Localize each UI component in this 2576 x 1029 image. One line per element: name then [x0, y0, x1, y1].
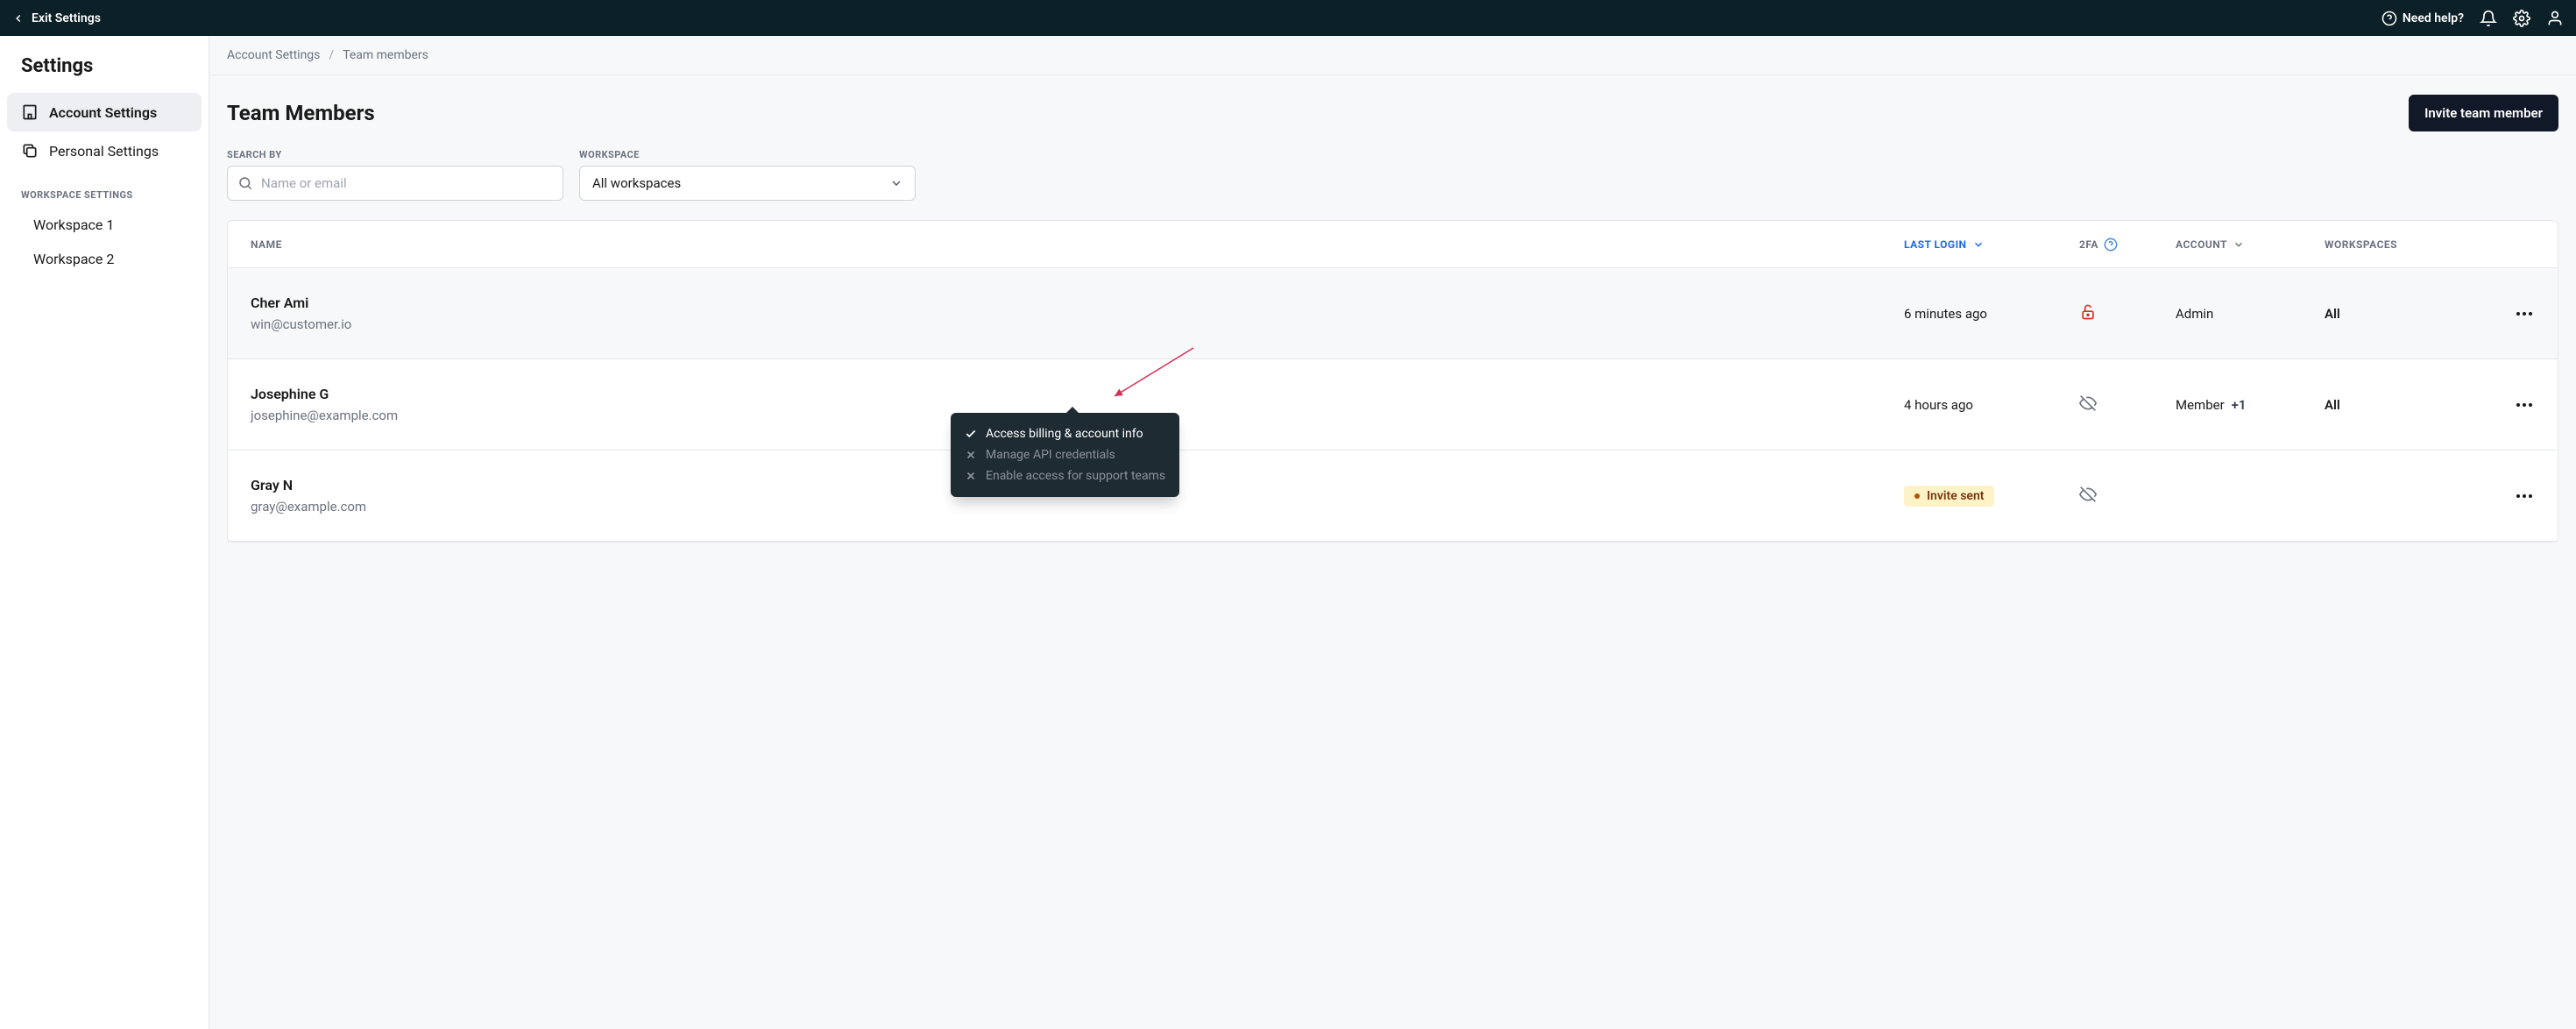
last-login-value: 4 hours ago	[1904, 397, 2079, 413]
sidebar-label-account: Account Settings	[49, 104, 157, 121]
eye-off-icon	[2079, 486, 2097, 503]
tooltip-line-2: Manage API credentials	[986, 448, 1115, 462]
more-horizontal-icon[interactable]	[2514, 303, 2535, 324]
member-name: Cher Ami	[251, 295, 1904, 311]
account-extra-count[interactable]: +1	[2232, 397, 2247, 413]
chevron-down-icon	[889, 176, 903, 190]
invite-sent-label: Invite sent	[1927, 489, 1984, 503]
sidebar-title: Settings	[7, 50, 202, 93]
col-2fa: 2FA	[2079, 238, 2176, 252]
account-role: Admin	[2176, 306, 2213, 322]
search-input[interactable]	[227, 166, 563, 201]
profile-button[interactable]	[2546, 10, 2564, 27]
help-circle-icon	[2381, 11, 2397, 26]
workspaces-value: All	[2325, 306, 2473, 322]
col-2fa-label: 2FA	[2079, 238, 2098, 251]
exit-settings-label: Exit Settings	[32, 11, 101, 25]
col-last-login-label: LAST LOGIN	[1904, 238, 1967, 251]
sidebar-item-workspace-2[interactable]: Workspace 2	[7, 242, 202, 276]
breadcrumb: Account Settings / Team members	[209, 36, 2576, 75]
invite-sent-pill: Invite sent	[1904, 486, 1994, 507]
sidebar-section-workspace: WORKSPACE SETTINGS	[7, 170, 202, 208]
breadcrumb-root[interactable]: Account Settings	[227, 48, 320, 62]
settings-gear-button[interactable]	[2513, 10, 2530, 27]
search-icon	[237, 175, 253, 191]
last-login-value: 6 minutes ago	[1904, 306, 2079, 322]
need-help-label: Need help?	[2403, 11, 2464, 25]
bell-icon	[2480, 10, 2497, 27]
member-name: Josephine G	[251, 386, 1904, 402]
main: Account Settings / Team members Team Mem…	[209, 36, 2576, 1029]
workspace-label: WORKSPACE	[579, 149, 916, 160]
help-circle-icon[interactable]	[2104, 238, 2118, 252]
need-help-button[interactable]: Need help?	[2381, 11, 2464, 26]
building-icon	[21, 103, 39, 121]
col-account-label: ACCOUNT	[2176, 238, 2227, 251]
workspace-selected-value: All workspaces	[592, 175, 681, 191]
search-label: SEARCH BY	[227, 149, 563, 160]
check-icon	[965, 428, 977, 440]
notifications-button[interactable]	[2480, 10, 2497, 27]
workspaces-value: All	[2325, 397, 2473, 413]
col-last-login[interactable]: LAST LOGIN	[1904, 238, 2079, 251]
workspace-select[interactable]: All workspaces	[579, 166, 916, 201]
sidebar-label-personal: Personal Settings	[49, 143, 159, 160]
col-account[interactable]: ACCOUNT	[2176, 238, 2325, 251]
chevron-left-icon	[12, 12, 25, 25]
sidebar-item-workspace-1[interactable]: Workspace 1	[7, 208, 202, 242]
gear-icon	[2513, 10, 2530, 27]
table-row[interactable]: Cher Ami win@customer.io 6 minutes ago A…	[228, 268, 2558, 359]
member-email: win@customer.io	[251, 316, 1904, 332]
more-horizontal-icon[interactable]	[2514, 486, 2535, 507]
x-icon	[965, 449, 977, 461]
tooltip-line-1: Access billing & account info	[986, 427, 1143, 441]
col-name: NAME	[251, 238, 1904, 251]
invite-team-member-button[interactable]: Invite team member	[2409, 95, 2558, 131]
x-icon	[965, 470, 977, 482]
team-members-table: NAME LAST LOGIN 2FA ACCOUNT WORKSPACES	[227, 220, 2558, 543]
table-header: NAME LAST LOGIN 2FA ACCOUNT WORKSPACES	[228, 221, 2558, 268]
more-horizontal-icon[interactable]	[2514, 394, 2535, 415]
table-row[interactable]: Gray N gray@example.com Invite sent	[228, 451, 2558, 542]
eye-off-icon	[2079, 394, 2097, 412]
exit-settings-link[interactable]: Exit Settings	[12, 11, 101, 25]
chevron-down-icon	[1972, 238, 1985, 251]
user-icon	[2546, 10, 2564, 27]
sidebar-item-account-settings[interactable]: Account Settings	[7, 93, 202, 131]
member-email: gray@example.com	[251, 499, 1904, 514]
chevron-down-icon	[2233, 238, 2245, 251]
account-role: Member	[2176, 397, 2225, 413]
breadcrumb-sep: /	[329, 48, 334, 62]
sidebar-item-personal-settings[interactable]: Personal Settings	[7, 131, 202, 170]
topbar: Exit Settings Need help?	[0, 0, 2576, 36]
tooltip-line-3: Enable access for support teams	[986, 469, 1165, 483]
copy-icon	[21, 142, 39, 160]
table-row[interactable]: Josephine G josephine@example.com 4 hour…	[228, 359, 2558, 451]
permissions-tooltip: Access billing & account info Manage API…	[951, 413, 1179, 497]
breadcrumb-leaf: Team members	[343, 48, 428, 62]
dot-icon	[1914, 493, 1920, 499]
sidebar: Settings Account Settings Personal Setti…	[0, 36, 209, 1029]
page-title: Team Members	[227, 101, 375, 125]
col-workspaces: WORKSPACES	[2325, 238, 2473, 251]
unlock-icon	[2079, 303, 2097, 321]
